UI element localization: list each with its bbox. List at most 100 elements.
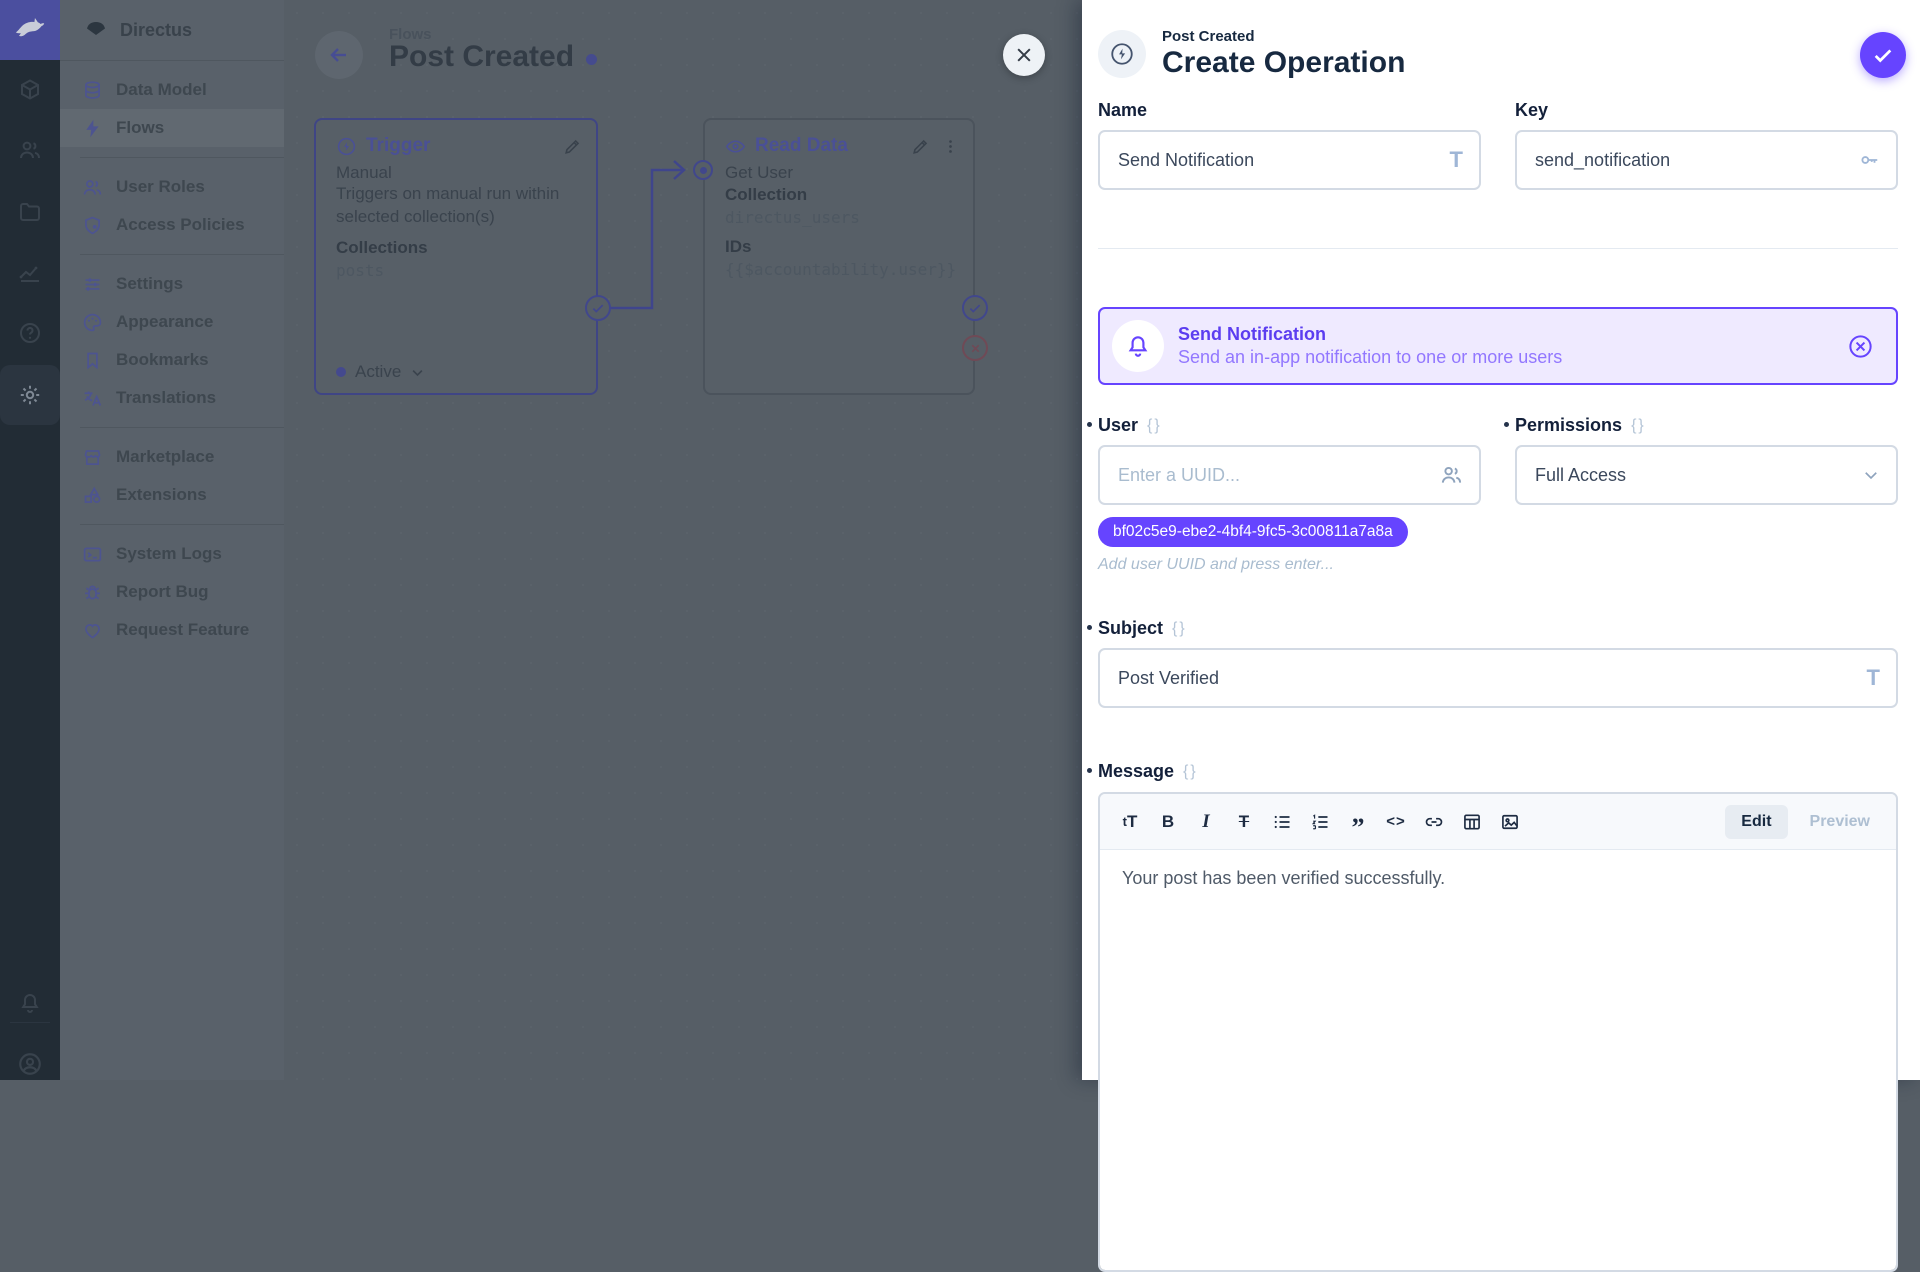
dimmed-background: Flows Post Created Trigger Manual Trigge…: [0, 0, 1082, 1080]
trigger-card[interactable]: Trigger Manual Triggers on manual run wi…: [314, 118, 598, 395]
sidebar-item-access-policies[interactable]: Access Policies: [60, 206, 284, 244]
italic-button[interactable]: I: [1188, 804, 1224, 840]
read-input-port[interactable]: [693, 160, 713, 180]
code-button[interactable]: <>: [1378, 804, 1414, 840]
name-input[interactable]: [1100, 132, 1479, 188]
page-title: Post Created: [389, 40, 597, 74]
sidebar-item-data-model[interactable]: Data Model: [60, 71, 284, 109]
module-users-icon[interactable]: [0, 120, 60, 180]
read-reject-port[interactable]: [962, 335, 988, 361]
strikethrough-button[interactable]: T: [1226, 804, 1262, 840]
sidebar-item-flows[interactable]: Flows: [60, 109, 284, 147]
close-drawer-button[interactable]: [1003, 34, 1045, 76]
activity-chart-icon: [18, 261, 42, 285]
bell-icon: [18, 991, 42, 1015]
link-button[interactable]: [1416, 804, 1452, 840]
back-button[interactable]: [315, 31, 363, 79]
kebab-menu-icon[interactable]: [942, 138, 959, 155]
edit-pencil-icon[interactable]: [563, 137, 582, 156]
flow-status-toggle[interactable]: Active: [336, 362, 425, 382]
trigger-card-title: Trigger: [366, 135, 430, 157]
edit-pencil-icon[interactable]: [911, 137, 930, 156]
bolt-icon: [82, 118, 103, 139]
x-circle-icon: [1847, 333, 1874, 360]
chevron-down-icon: [410, 365, 425, 380]
image-button[interactable]: [1492, 804, 1528, 840]
notification-bell-icon: [1112, 320, 1164, 372]
module-insights-icon[interactable]: [0, 243, 60, 303]
close-icon: [1014, 45, 1034, 65]
edit-tab[interactable]: Edit: [1725, 805, 1787, 839]
bold-button[interactable]: B: [1150, 804, 1186, 840]
module-content-icon[interactable]: [0, 60, 60, 120]
create-operation-drawer: Post Created Create Operation Name T Key: [1082, 0, 1920, 1080]
link-icon: [1424, 812, 1444, 832]
sidebar-item-marketplace[interactable]: Marketplace: [60, 438, 284, 476]
banner-subtitle: Send an in-app notification to one or mo…: [1178, 347, 1562, 368]
key-icon: [1858, 149, 1880, 171]
preview-tab[interactable]: Preview: [1796, 805, 1884, 839]
trigger-type: Manual: [336, 163, 576, 183]
notifications-bell-icon[interactable]: [0, 973, 60, 1033]
user-uuid-chip[interactable]: bf02c5e9-ebe2-4bf4-9fc5-3c00811a7a8a: [1098, 517, 1408, 547]
bookmark-icon: [82, 350, 103, 371]
raw-value-toggle[interactable]: {}: [1183, 763, 1198, 781]
read-card-title: Read Data: [755, 135, 848, 157]
sidebar-item-report-bug[interactable]: Report Bug: [60, 573, 284, 611]
table-button[interactable]: [1454, 804, 1490, 840]
save-button[interactable]: [1860, 32, 1906, 78]
read-resolve-port[interactable]: [962, 295, 988, 321]
permissions-select[interactable]: Full Access: [1515, 445, 1898, 505]
drawer-title: Create Operation: [1162, 46, 1405, 80]
message-field-label: Message {}: [1098, 761, 1898, 782]
project-header[interactable]: Directus: [60, 0, 284, 61]
drawer-breadcrumb[interactable]: Post Created: [1162, 28, 1405, 45]
raw-value-toggle[interactable]: {}: [1631, 417, 1646, 435]
user-field-label: User {}: [1098, 415, 1481, 436]
module-files-icon[interactable]: [0, 182, 60, 242]
bug-icon: [82, 582, 103, 603]
raw-value-toggle[interactable]: {}: [1172, 620, 1187, 638]
deselect-operation-button[interactable]: [1847, 333, 1874, 360]
navigation-sidebar: Directus Data Model Flows: [60, 0, 284, 1080]
read-data-card[interactable]: Read Data Get User Collection directus_u…: [703, 118, 975, 395]
sidebar-item-appearance[interactable]: Appearance: [60, 303, 284, 341]
name-field-label: Name: [1098, 100, 1481, 121]
text-type-icon: T: [1450, 147, 1463, 173]
message-textarea[interactable]: Your post has been verified successfully…: [1100, 850, 1896, 1270]
subject-field-label: Subject {}: [1098, 618, 1898, 639]
module-docs-icon[interactable]: [0, 303, 60, 363]
bullet-list-button[interactable]: [1264, 804, 1300, 840]
directus-logo[interactable]: [0, 0, 60, 60]
cube-icon: [18, 78, 42, 102]
section-divider: [1098, 248, 1898, 249]
trigger-resolve-port[interactable]: [585, 295, 611, 321]
users-icon: [1440, 464, 1463, 487]
shield-lock-icon: [82, 215, 103, 236]
bolt-circle-icon: [336, 136, 357, 157]
user-uuid-input[interactable]: [1100, 447, 1479, 503]
blockquote-button[interactable]: ”: [1340, 804, 1376, 840]
heading-size-button[interactable]: tT: [1112, 804, 1148, 840]
sidebar-item-request-feature[interactable]: Request Feature: [60, 611, 284, 649]
shapes-icon: [82, 485, 103, 506]
sidebar-item-user-roles[interactable]: User Roles: [60, 168, 284, 206]
translate-icon: [82, 388, 103, 409]
sidebar-item-settings[interactable]: Settings: [60, 265, 284, 303]
drawer-header: Post Created Create Operation: [1098, 28, 1405, 80]
sidebar-item-extensions[interactable]: Extensions: [60, 476, 284, 514]
numbered-list-button[interactable]: [1302, 804, 1338, 840]
palette-icon: [82, 312, 103, 333]
subject-input[interactable]: [1100, 650, 1896, 706]
sidebar-item-bookmarks[interactable]: Bookmarks: [60, 341, 284, 379]
module-bar: [0, 0, 60, 1080]
module-settings-icon[interactable]: [0, 365, 60, 425]
operation-name: Get User: [725, 163, 953, 183]
user-avatar[interactable]: [0, 1034, 60, 1080]
status-label: Active: [355, 362, 401, 382]
key-input[interactable]: [1517, 132, 1896, 188]
sidebar-item-translations[interactable]: Translations: [60, 379, 284, 417]
sidebar-item-system-logs[interactable]: System Logs: [60, 535, 284, 573]
read-ids-value: {{$accountability.user}}: [725, 260, 953, 279]
raw-value-toggle[interactable]: {}: [1147, 417, 1162, 435]
